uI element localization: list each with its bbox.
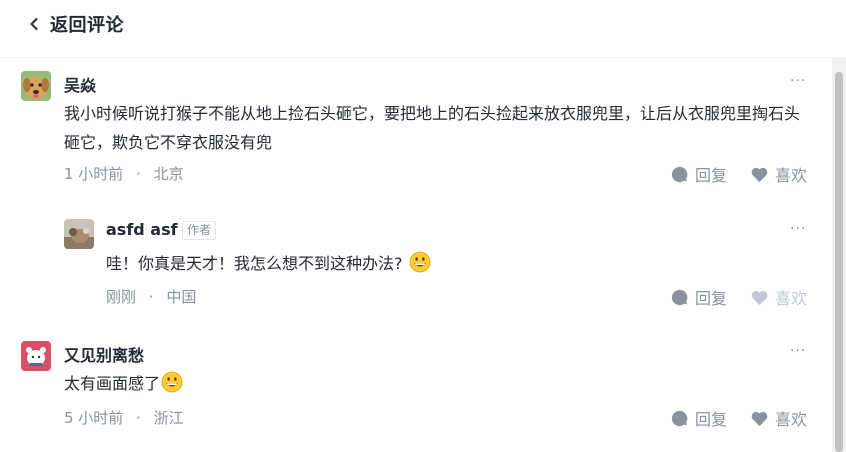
back-to-comments-button[interactable]: 返回评论 [27, 11, 124, 37]
comment-time: 5 小时前 [64, 409, 124, 427]
comment-bubble-icon [671, 410, 688, 426]
header-divider [0, 57, 846, 58]
comment-text: 太有画面感了 [64, 369, 764, 398]
avatar[interactable] [64, 219, 94, 249]
like-button[interactable]: 喜欢 [750, 162, 807, 186]
meta-separator: · [136, 165, 141, 183]
comment-author[interactable]: 吴焱 [64, 72, 96, 96]
comment-meta: 1 小时前 · 北京 [64, 163, 184, 184]
comment-text: 哇！你真是天才！我怎么想不到这种办法? [106, 249, 806, 278]
author-badge: 作者 [182, 221, 217, 240]
more-options-button[interactable]: ··· [790, 343, 806, 359]
like-label: 喜欢 [775, 410, 808, 429]
reply-label: 回复 [695, 289, 728, 308]
like-label: 喜欢 [775, 289, 808, 308]
reply-button[interactable]: 回复 [670, 406, 727, 430]
comment-bubble-icon [671, 166, 688, 182]
scrollbar-thumb[interactable] [835, 72, 843, 452]
like-label: 喜欢 [775, 166, 808, 185]
comment-meta: 5 小时前 · 浙江 [64, 407, 184, 428]
comment-bubble-icon [671, 289, 688, 305]
comment-meta: 刚刚 · 中国 [106, 286, 196, 307]
comment-text-body: 太有画面感了 [64, 374, 161, 393]
like-button[interactable]: 喜欢 [750, 285, 807, 309]
comment-author[interactable]: 又见别离愁 [64, 342, 144, 366]
reply-label: 回复 [695, 410, 728, 429]
comment-author[interactable]: asfd asf [106, 220, 178, 239]
heart-icon [751, 411, 768, 426]
comment-time: 刚刚 [106, 288, 137, 306]
avatar[interactable] [21, 341, 51, 371]
like-button[interactable]: 喜欢 [750, 406, 807, 430]
reply-button[interactable]: 回复 [670, 162, 727, 186]
reply-label: 回复 [695, 166, 728, 185]
comment-text: 我小时候听说打猴子不能从地上捡石头砸它，要把地上的石头捡起来放衣服兜里，让后从衣… [64, 104, 801, 152]
meta-separator: · [148, 288, 154, 306]
back-label: 返回评论 [50, 15, 124, 36]
more-options-button[interactable]: ··· [790, 73, 806, 89]
avatar[interactable] [21, 71, 51, 101]
reply-button[interactable]: 回复 [670, 285, 727, 309]
comment-text-body: 哇！你真是天才！我怎么想不到这种办法? [106, 254, 403, 273]
heart-icon [751, 290, 768, 305]
meta-separator: · [136, 409, 141, 427]
comment-location: 北京 [153, 165, 184, 183]
grinning-emoji-icon [409, 251, 430, 273]
chevron-left-icon [30, 18, 38, 30]
more-options-button[interactable]: ··· [790, 221, 806, 237]
comment-time: 1 小时前 [64, 165, 124, 183]
comment-location: 浙江 [153, 409, 184, 427]
top-bar: 返回评论 [0, 0, 846, 50]
heart-icon [751, 167, 768, 182]
comment-location: 中国 [166, 288, 197, 306]
grinning-emoji-icon [161, 371, 183, 393]
